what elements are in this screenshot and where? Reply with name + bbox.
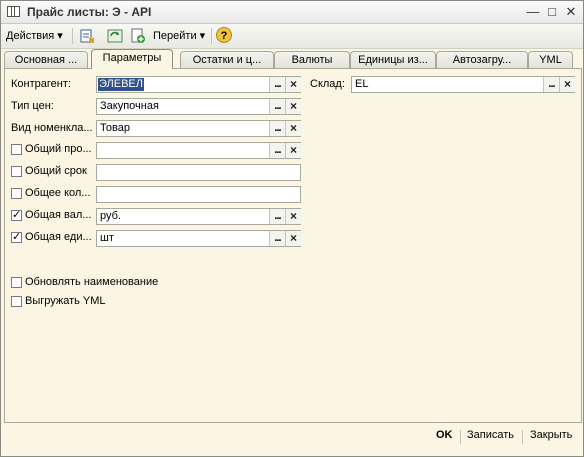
kontragent-label: Контрагент: — [11, 78, 71, 90]
window: Прайс листы: Э - API — □ ✕ Действия ▾ Пе… — [0, 0, 584, 457]
footer-bar: OK Записать Закрыть — [1, 426, 583, 448]
vid-nomenkl-label: Вид номенкла... — [11, 122, 93, 134]
tab-yml[interactable]: YML — [528, 51, 573, 68]
obshchaya-val-checkbox[interactable]: ✓ — [11, 210, 22, 221]
tab-main[interactable]: Основная ... — [4, 51, 88, 68]
toolbar: Действия ▾ Перейти ▾ ? — [1, 24, 583, 49]
select-button[interactable]: ... — [269, 121, 285, 136]
refresh-icon[interactable] — [107, 28, 123, 44]
obshchaya-edi-value: шт — [100, 232, 114, 244]
vid-nomenkl-value: Товар — [100, 122, 130, 134]
obshchaya-edi-checkbox[interactable]: ✓ — [11, 232, 22, 243]
tip-cen-field[interactable]: Закупочная ... × — [96, 98, 301, 115]
obshchiy-srok-checkbox[interactable] — [11, 166, 22, 177]
help-icon[interactable]: ? — [216, 27, 232, 43]
new-item-icon[interactable] — [79, 28, 95, 44]
tip-cen-label: Тип цен: — [11, 100, 54, 112]
close-icon[interactable]: ✕ — [563, 4, 579, 20]
tab-strip: Основная ... Параметры Остатки и ц... Ва… — [4, 49, 580, 69]
minimize-icon[interactable]: — — [525, 4, 541, 20]
obshchaya-val-label: Общая вал... — [25, 209, 92, 221]
vid-nomenkl-field[interactable]: Товар ... × — [96, 120, 301, 137]
obshchaya-val-field[interactable]: руб. ... × — [96, 208, 301, 225]
tab-autoload[interactable]: Автозагру... — [436, 51, 528, 68]
obshchiy-pro-checkbox[interactable] — [11, 144, 22, 155]
clear-icon[interactable]: × — [285, 209, 301, 224]
sklad-label: Склад: — [310, 78, 345, 90]
add-copy-icon[interactable] — [130, 28, 146, 44]
clear-icon[interactable]: × — [285, 231, 301, 246]
close-button[interactable]: Закрыть — [530, 429, 572, 441]
clear-icon[interactable]: × — [285, 77, 301, 92]
list-form-icon — [7, 6, 20, 17]
parameters-panel: Контрагент: ЭЛЕВЕЛ ... × Склад: EL ... ×… — [4, 68, 582, 423]
footer-separator — [522, 430, 523, 444]
obshchaya-edi-label: Общая еди... — [25, 231, 92, 243]
select-button[interactable]: ... — [269, 143, 285, 158]
clear-icon[interactable]: × — [285, 143, 301, 158]
obshchee-kol-label: Общее кол... — [25, 187, 91, 199]
clear-icon[interactable]: × — [559, 77, 575, 92]
select-button[interactable]: ... — [543, 77, 559, 92]
footer-separator — [460, 430, 461, 444]
obshchiy-srok-label: Общий срок — [25, 165, 87, 177]
tab-currencies[interactable]: Валюты — [274, 51, 350, 68]
obshchiy-pro-label: Общий про... — [25, 143, 92, 155]
select-button[interactable]: ... — [269, 99, 285, 114]
ok-button[interactable]: OK — [436, 429, 453, 441]
chevron-down-icon: ▾ — [57, 30, 63, 42]
obshchiy-pro-field[interactable]: ... × — [96, 142, 301, 159]
tab-parameters[interactable]: Параметры — [91, 49, 173, 69]
obshchaya-val-value: руб. — [100, 210, 121, 222]
kontragent-field[interactable]: ЭЛЕВЕЛ ... × — [96, 76, 301, 93]
save-button[interactable]: Записать — [467, 429, 514, 441]
tab-units[interactable]: Единицы из... — [350, 51, 436, 68]
clear-icon[interactable]: × — [285, 99, 301, 114]
actions-menu[interactable]: Действия ▾ — [6, 27, 63, 45]
sklad-value: EL — [355, 78, 369, 90]
toolbar-separator — [72, 28, 73, 44]
obnovlyat-label: Обновлять наименование — [25, 276, 159, 288]
obnovlyat-checkbox[interactable] — [11, 277, 22, 288]
window-title: Прайс листы: Э - API — [27, 5, 152, 19]
sklad-field[interactable]: EL ... × — [351, 76, 575, 93]
obshchee-kol-checkbox[interactable] — [11, 188, 22, 199]
obshchaya-edi-field[interactable]: шт ... × — [96, 230, 301, 247]
select-button[interactable]: ... — [269, 209, 285, 224]
clear-icon[interactable]: × — [285, 121, 301, 136]
vygruzhat-label: Выгружать YML — [25, 295, 106, 307]
tip-cen-value: Закупочная — [100, 100, 159, 112]
tab-stock-prices[interactable]: Остатки и ц... — [180, 51, 274, 68]
select-button[interactable]: ... — [269, 77, 285, 92]
toolbar-separator — [211, 28, 212, 44]
kontragent-value: ЭЛЕВЕЛ — [98, 78, 144, 91]
select-button[interactable]: ... — [269, 231, 285, 246]
chevron-down-icon: ▾ — [199, 30, 206, 42]
title-bar: Прайс листы: Э - API — □ ✕ — [1, 1, 583, 24]
obshchee-kol-field[interactable] — [96, 186, 301, 203]
obshchiy-srok-field[interactable] — [96, 164, 301, 181]
maximize-icon[interactable]: □ — [544, 4, 560, 20]
goto-menu[interactable]: Перейти ▾ — [153, 27, 205, 45]
vygruzhat-checkbox[interactable] — [11, 296, 22, 307]
